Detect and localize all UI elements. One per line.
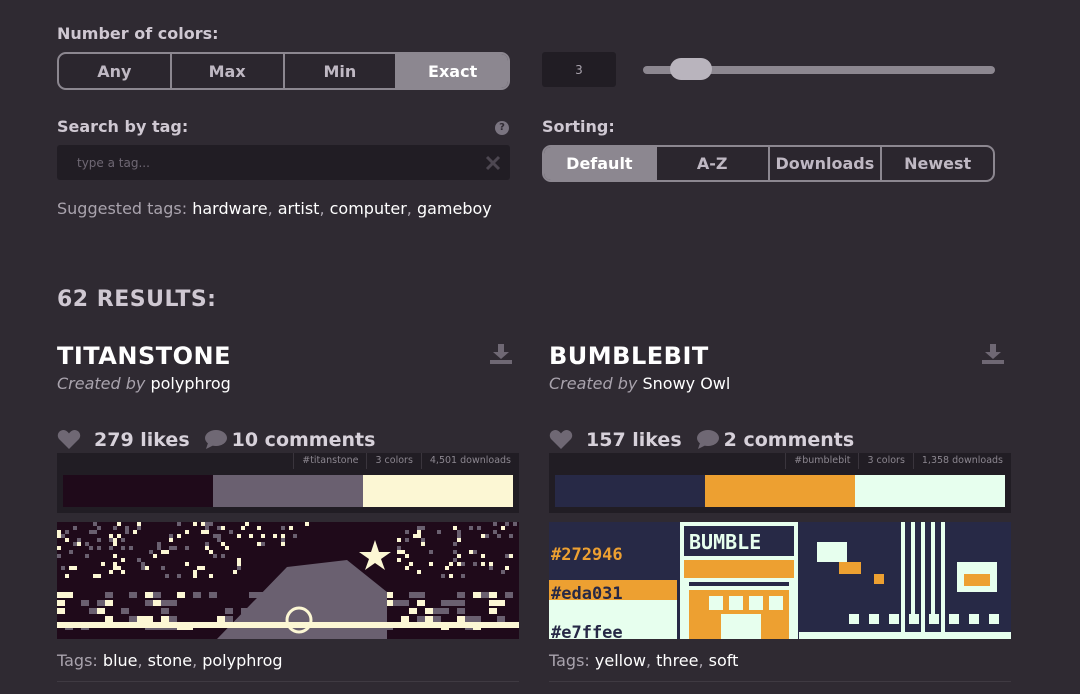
sort-option-default[interactable]: Default [544, 147, 657, 180]
meta-colors: 3 colors [858, 453, 912, 469]
tags-prefix: Tags: [57, 651, 98, 670]
heart-icon[interactable] [549, 430, 573, 450]
color-swatch[interactable] [63, 475, 213, 507]
colors-slider-handle[interactable] [669, 58, 712, 80]
download-icon[interactable] [982, 344, 1004, 364]
suggested-tag-link[interactable]: artist [278, 199, 320, 218]
created-by-label: Created by [57, 374, 146, 393]
colors-label: Number of colors: [57, 24, 219, 43]
tag-search-box [57, 145, 510, 181]
tag-link[interactable]: soft [709, 651, 739, 670]
colors-option-exact[interactable]: Exact [397, 54, 508, 88]
results-heading: 62 RESULTS: [57, 287, 217, 312]
palette-credit: Created by polyphrog [57, 374, 519, 393]
sorting-label: Sorting: [542, 117, 615, 136]
sort-option-newest[interactable]: Newest [882, 147, 993, 180]
tag-link[interactable]: polyphrog [202, 651, 282, 670]
palette-title[interactable]: TITANSTONE [57, 342, 519, 370]
colors-segmented-control: Any Max Min Exact [57, 52, 510, 90]
suggested-tag-link[interactable]: computer [330, 199, 407, 218]
palette-preview-image[interactable]: #272946 #eda031 #e7ffee BUMBLE [549, 522, 1011, 639]
palette-stats: 157 likes 2 comments [549, 429, 1011, 451]
palette-swatches[interactable] [57, 469, 519, 513]
tag-link[interactable]: three [656, 651, 698, 670]
palette-tags: Tags: blue, stone, polyphrog [57, 651, 283, 670]
sorting-segmented-control: Default A-Z Downloads Newest [542, 145, 995, 182]
tag-search-input[interactable] [75, 145, 459, 181]
colors-count-input[interactable]: 3 [542, 52, 616, 87]
meta-colors: 3 colors [366, 453, 420, 469]
svg-text:BUMBLE: BUMBLE [689, 530, 761, 554]
tag-link[interactable]: stone [148, 651, 192, 670]
palette-preview-image[interactable] [57, 522, 519, 639]
palette-swatches[interactable] [549, 469, 1011, 513]
tag-link[interactable]: yellow [595, 651, 646, 670]
sort-option-a-z[interactable]: A-Z [657, 147, 770, 180]
suggested-tags-prefix: Suggested tags: [57, 199, 188, 218]
card-divider [549, 681, 1011, 682]
suggested-tag-link[interactable]: gameboy [417, 199, 492, 218]
color-swatch[interactable] [213, 475, 363, 507]
likes-count: 279 likes [94, 429, 190, 451]
heart-icon[interactable] [57, 430, 81, 450]
palette-credit: Created by Snowy Owl [549, 374, 1011, 393]
likes-count: 157 likes [586, 429, 682, 451]
suggested-tags: Suggested tags: hardware, artist, comput… [57, 199, 492, 218]
created-by-label: Created by [549, 374, 638, 393]
palette-meta-bar: #titanstone 3 colors 4,501 downloads [57, 453, 519, 469]
color-swatch[interactable] [705, 475, 855, 507]
tag-search-label: Search by tag: [57, 117, 189, 136]
meta-tag: #bumblebit [785, 453, 858, 469]
svg-text:#eda031: #eda031 [551, 584, 623, 604]
card-divider [57, 681, 519, 682]
colors-option-any[interactable]: Any [59, 54, 172, 88]
palette-tags: Tags: yellow, three, soft [549, 651, 739, 670]
svg-text:#272946: #272946 [551, 545, 623, 565]
palette-stats: 279 likes 10 comments [57, 429, 519, 451]
palette-card-titanstone: TITANSTONE Created by polyphrog 279 like… [57, 342, 519, 682]
comments-count[interactable]: 2 comments [724, 429, 855, 451]
author-link[interactable]: Snowy Owl [642, 374, 730, 393]
comment-icon[interactable] [696, 430, 719, 450]
download-icon[interactable] [490, 344, 512, 364]
meta-downloads: 1,358 downloads [912, 453, 1011, 469]
sort-option-downloads[interactable]: Downloads [770, 147, 883, 180]
colors-option-max[interactable]: Max [172, 54, 285, 88]
meta-tag: #titanstone [293, 453, 366, 469]
palette-meta-bar: #bumblebit 3 colors 1,358 downloads [549, 453, 1011, 469]
comment-icon[interactable] [204, 430, 227, 450]
palette-card-bumblebit: BUMBLEBIT Created by Snowy Owl 157 likes… [549, 342, 1011, 682]
palette-title[interactable]: BUMBLEBIT [549, 342, 1011, 370]
author-link[interactable]: polyphrog [150, 374, 230, 393]
meta-downloads: 4,501 downloads [420, 453, 519, 469]
comments-count[interactable]: 10 comments [232, 429, 376, 451]
colors-option-min[interactable]: Min [285, 54, 398, 88]
question-icon[interactable]: ? [495, 121, 509, 135]
svg-text:#e7ffee: #e7ffee [551, 623, 623, 639]
color-swatch[interactable] [555, 475, 705, 507]
color-swatch[interactable] [363, 475, 513, 507]
tag-link[interactable]: blue [103, 651, 138, 670]
close-icon[interactable] [485, 155, 501, 171]
color-swatch[interactable] [855, 475, 1005, 507]
tags-prefix: Tags: [549, 651, 590, 670]
suggested-tag-link[interactable]: hardware [192, 199, 267, 218]
